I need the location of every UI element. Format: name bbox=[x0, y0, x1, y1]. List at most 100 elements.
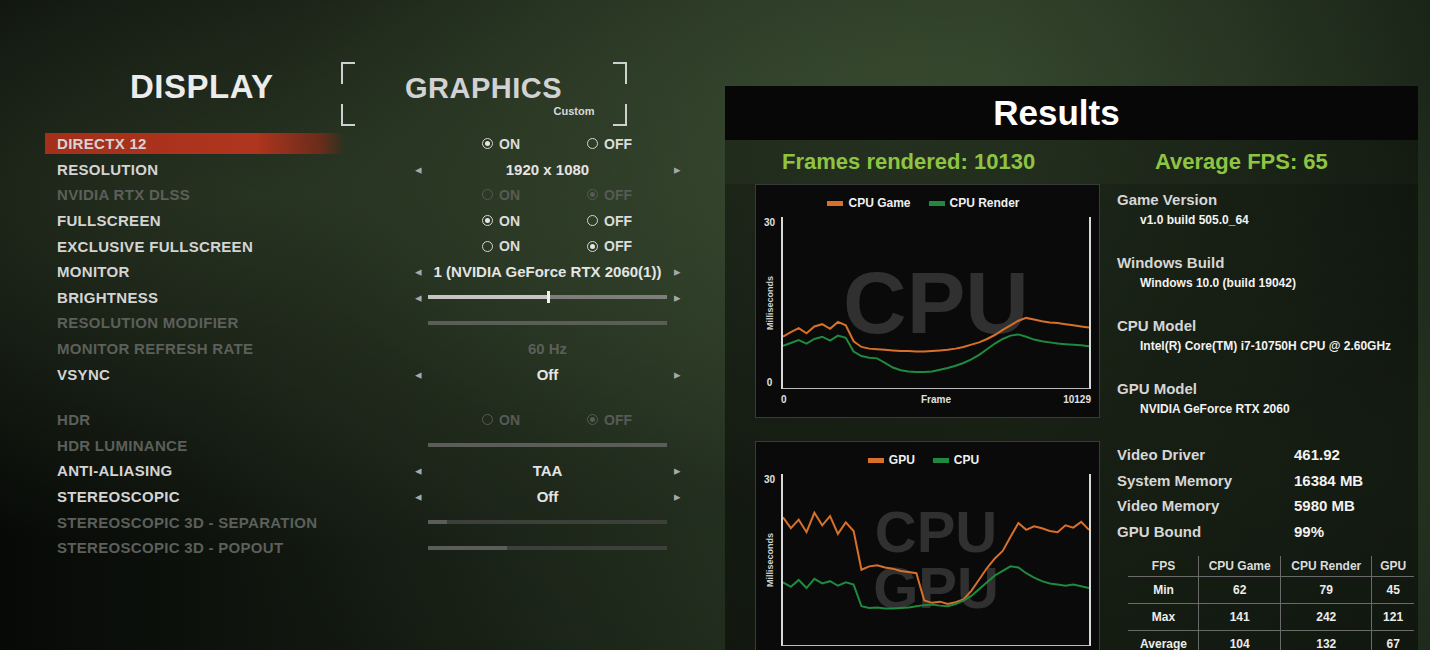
radio-button[interactable] bbox=[587, 215, 598, 226]
setting-row[interactable]: FULLSCREENONOFF bbox=[0, 208, 725, 234]
radio-option[interactable]: OFF bbox=[587, 238, 692, 254]
detail-label: Video Memory bbox=[1117, 497, 1294, 514]
previous-arrow-icon[interactable]: ◂ bbox=[412, 264, 424, 279]
setting-label: STEREOSCOPIC 3D - POPOUT bbox=[45, 537, 390, 558]
setting-row[interactable]: ANTI-ALIASING◂TAA▸ bbox=[0, 458, 725, 484]
slider-handle[interactable] bbox=[547, 291, 550, 303]
radio-button bbox=[587, 189, 598, 200]
previous-arrow-icon[interactable]: ◂ bbox=[412, 463, 424, 478]
legend-item: CPU Game bbox=[827, 196, 910, 210]
settings-panel: DISPLAYGRAPHICSCustomDIRECTX 12ONOFFRESO… bbox=[0, 0, 725, 650]
info-value: v1.0 build 505.0_64 bbox=[1117, 210, 1414, 230]
settings-group: DIRECTX 12ONOFFRESOLUTION◂1920 x 1080▸NV… bbox=[0, 131, 725, 387]
table-cell: 79 bbox=[1281, 577, 1372, 604]
next-arrow-icon[interactable]: ▸ bbox=[671, 463, 683, 478]
settings-list: DIRECTX 12ONOFFRESOLUTION◂1920 x 1080▸NV… bbox=[0, 131, 725, 561]
setting-row[interactable]: BRIGHTNESS◂▸ bbox=[0, 285, 725, 311]
decrease-arrow-icon[interactable]: ◂ bbox=[412, 290, 424, 305]
setting-label: NVIDIA RTX DLSS bbox=[45, 184, 390, 205]
setting-row[interactable]: DIRECTX 12ONOFF bbox=[0, 131, 725, 157]
x-axis: 0Frame10129 bbox=[756, 389, 1091, 409]
radio-option[interactable]: ON bbox=[482, 238, 587, 254]
y-axis: 30Milliseconds bbox=[756, 474, 781, 646]
detail-label: System Memory bbox=[1117, 472, 1294, 489]
plot-row: 30MillisecondsCPUGPU bbox=[756, 474, 1091, 646]
option-value: Off bbox=[424, 488, 671, 505]
option-selector: 60 Hz bbox=[410, 338, 685, 360]
detail-value: 461.92 bbox=[1294, 446, 1414, 463]
option-selector[interactable]: ◂1 (NVIDIA GeForce RTX 2060(1))▸ bbox=[410, 261, 685, 283]
radio-label: ON bbox=[499, 412, 520, 428]
series-line bbox=[783, 334, 1089, 372]
frame-time-chart: CPU GameCPU Render30Milliseconds0CPU0Fra… bbox=[755, 184, 1100, 418]
option-selector[interactable]: ◂TAA▸ bbox=[410, 460, 685, 482]
slider-track[interactable] bbox=[428, 295, 667, 299]
setting-row[interactable]: MONITOR◂1 (NVIDIA GeForce RTX 2060(1))▸ bbox=[0, 259, 725, 285]
radio-option[interactable]: ON bbox=[482, 136, 587, 152]
settings-tabs: DISPLAY GRAPHICSCustom bbox=[0, 62, 725, 128]
radio-option: ON bbox=[482, 187, 587, 203]
slider-fill bbox=[428, 546, 507, 550]
previous-arrow-icon[interactable]: ◂ bbox=[412, 162, 424, 177]
option-value: 1920 x 1080 bbox=[424, 161, 671, 178]
radio-button[interactable] bbox=[482, 215, 493, 226]
info-label: CPU Model bbox=[1117, 316, 1414, 336]
series-line bbox=[783, 513, 1089, 604]
legend-item: CPU Render bbox=[929, 196, 1020, 210]
option-selector[interactable]: ◂Off▸ bbox=[410, 486, 685, 508]
settings-tab[interactable]: DISPLAY bbox=[130, 62, 274, 106]
detail-value: 5980 MB bbox=[1294, 497, 1414, 514]
detail-label: Video Driver bbox=[1117, 446, 1294, 463]
chart-legend: GPUCPU bbox=[756, 446, 1091, 474]
setting-row[interactable]: RESOLUTION◂1920 x 1080▸ bbox=[0, 157, 725, 183]
radio-option[interactable]: ON bbox=[482, 213, 587, 229]
radio-button[interactable] bbox=[482, 138, 493, 149]
setting-row: HDRONOFF bbox=[0, 407, 725, 433]
increase-arrow-icon[interactable]: ▸ bbox=[671, 290, 683, 305]
detail-label: GPU Bound bbox=[1117, 523, 1294, 540]
radio-button[interactable] bbox=[587, 241, 598, 252]
settings-tab[interactable]: GRAPHICSCustom bbox=[341, 62, 627, 126]
table-cell: 242 bbox=[1281, 604, 1372, 631]
radio-label: OFF bbox=[604, 136, 632, 152]
radio-options: ON OFF bbox=[412, 136, 683, 152]
table-cell: 62 bbox=[1199, 577, 1281, 604]
radio-option[interactable]: OFF bbox=[587, 213, 692, 229]
x-axis-title: Frame bbox=[921, 394, 951, 405]
radio-button[interactable] bbox=[482, 241, 493, 252]
setting-label: STEREOSCOPIC bbox=[45, 486, 390, 507]
next-arrow-icon[interactable]: ▸ bbox=[671, 162, 683, 177]
setting-row[interactable]: EXCLUSIVE FULLSCREENONOFF bbox=[0, 233, 725, 259]
setting-row[interactable]: VSYNC◂Off▸ bbox=[0, 361, 725, 387]
table-header-cell: FPS bbox=[1129, 556, 1199, 577]
slider-fill bbox=[428, 295, 548, 299]
setting-row[interactable]: STEREOSCOPIC ◂Off▸ bbox=[0, 484, 725, 510]
radio-option[interactable]: OFF bbox=[587, 136, 692, 152]
setting-row: RESOLUTION MODIFIER bbox=[0, 310, 725, 336]
next-arrow-icon[interactable]: ▸ bbox=[671, 367, 683, 382]
radio-button bbox=[482, 189, 493, 200]
option-selector[interactable]: ◂1920 x 1080▸ bbox=[410, 158, 685, 180]
table-cell: 141 bbox=[1199, 604, 1281, 631]
radio-label: ON bbox=[499, 238, 520, 254]
next-arrow-icon[interactable]: ▸ bbox=[671, 264, 683, 279]
slider-track bbox=[428, 321, 667, 325]
table-cell: Average bbox=[1129, 631, 1199, 650]
tab-label: DISPLAY bbox=[130, 68, 274, 106]
radio-group: ONOFF bbox=[410, 409, 685, 431]
table-cell: Max bbox=[1129, 604, 1199, 631]
table-cell: 104 bbox=[1199, 631, 1281, 650]
next-arrow-icon[interactable]: ▸ bbox=[671, 489, 683, 504]
line-chart bbox=[783, 474, 1089, 645]
slider[interactable]: ◂▸ bbox=[410, 286, 685, 308]
radio-button[interactable] bbox=[587, 138, 598, 149]
option-selector[interactable]: ◂Off▸ bbox=[410, 363, 685, 385]
previous-arrow-icon[interactable]: ◂ bbox=[412, 367, 424, 382]
previous-arrow-icon[interactable]: ◂ bbox=[412, 489, 424, 504]
option-value: 60 Hz bbox=[424, 340, 671, 357]
frame-time-chart: GPUCPU30MillisecondsCPUGPU bbox=[755, 441, 1100, 650]
plot-area: CPU bbox=[781, 217, 1091, 389]
detail-row: GPU Bound99% bbox=[1117, 519, 1414, 545]
detail-value: 99% bbox=[1294, 523, 1414, 540]
info-value: NVIDIA GeForce RTX 2060 bbox=[1117, 399, 1414, 419]
